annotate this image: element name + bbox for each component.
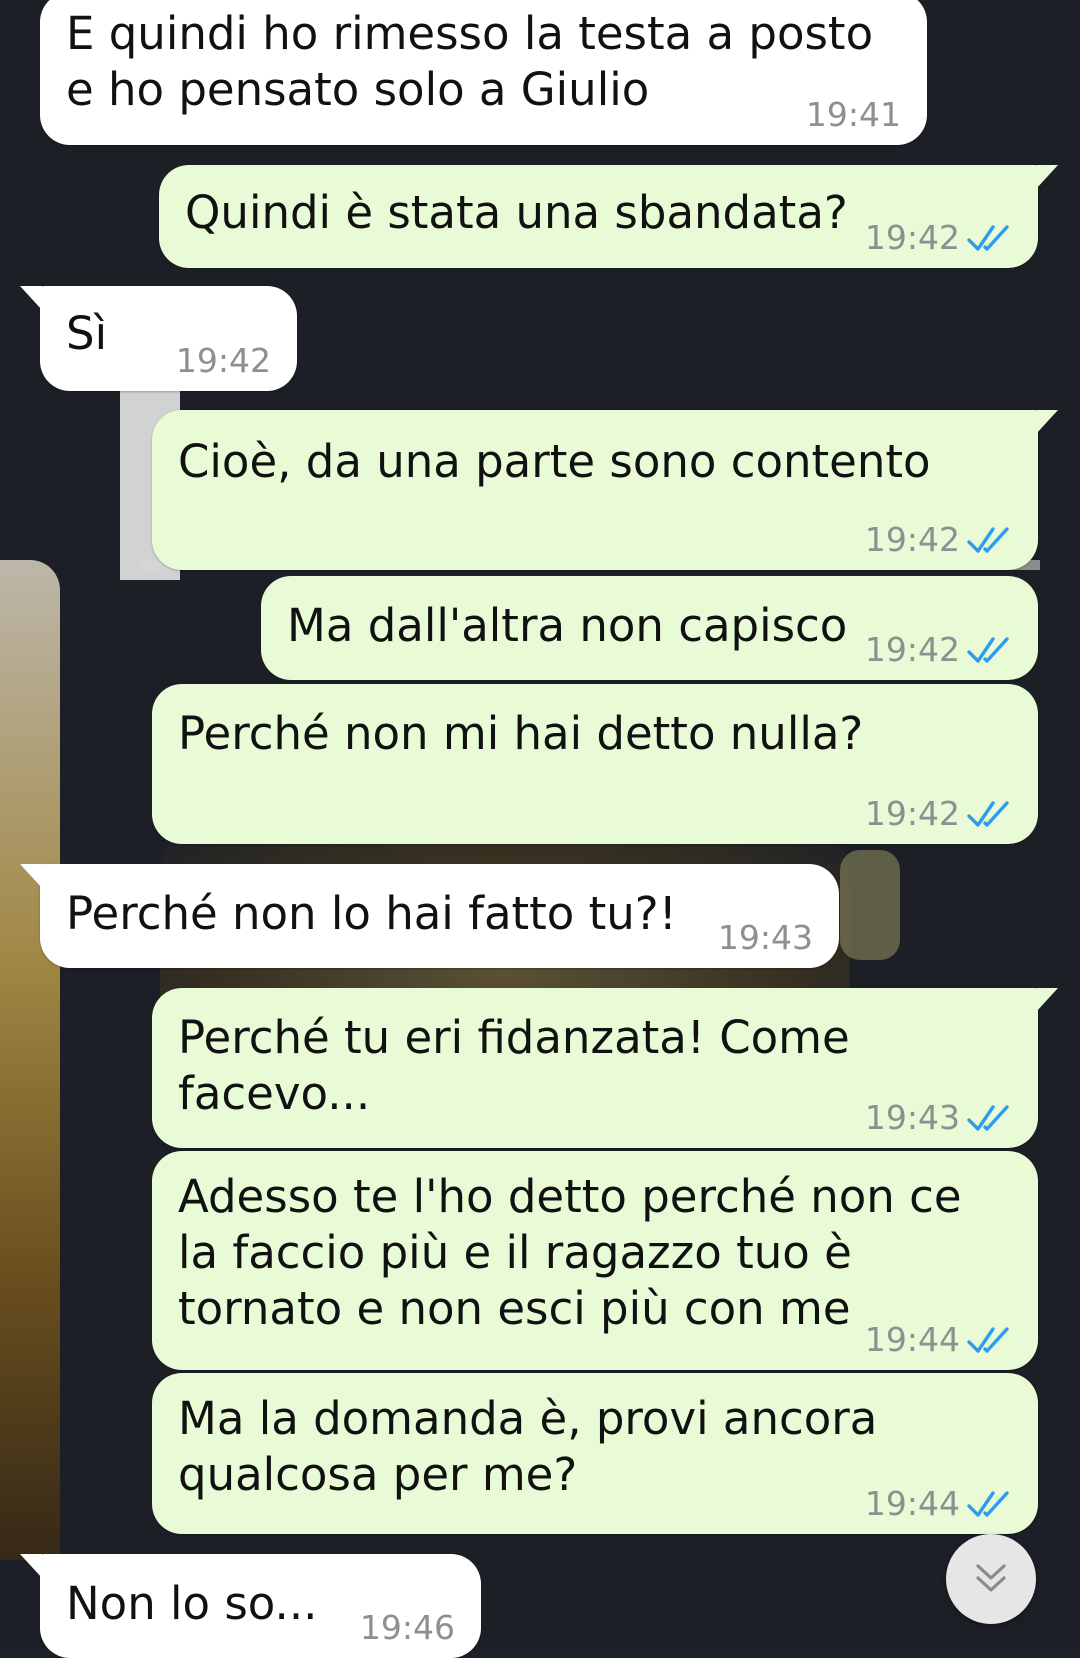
message-meta: 19:42 <box>176 341 271 381</box>
message-time: 19:46 <box>359 1608 455 1647</box>
scroll-to-bottom-button[interactable] <box>946 1534 1036 1624</box>
message-outgoing[interactable]: Perché tu eri fidanzata! Come facevo... … <box>152 988 1058 1148</box>
message-meta: 19:44 <box>865 1484 1012 1524</box>
message-time: 19:42 <box>864 520 960 559</box>
message-incoming[interactable]: Non lo so... 19:46 <box>20 1554 481 1658</box>
message-meta: 19:41 <box>806 95 901 135</box>
double-check-icon <box>967 225 1009 251</box>
message-time: 19:44 <box>864 1320 960 1359</box>
message-time: 19:44 <box>864 1484 960 1523</box>
message-time: 19:41 <box>805 95 901 134</box>
message-outgoing[interactable]: Ma dall'altra non capisco 19:42 <box>261 576 1038 680</box>
double-check-icon <box>967 1491 1009 1517</box>
message-incoming[interactable]: Sì 19:42 <box>20 286 297 391</box>
double-check-icon <box>967 1327 1009 1353</box>
message-time: 19:43 <box>717 918 813 957</box>
message-meta: 19:44 <box>865 1320 1012 1360</box>
chat-thread: E quindi ho rimesso la testa a posto e h… <box>0 0 1080 1658</box>
double-check-icon <box>967 801 1009 827</box>
double-check-icon <box>967 1105 1009 1131</box>
message-time: 19:42 <box>175 341 271 380</box>
message-outgoing[interactable]: Ma la domanda è, provi ancora qualcosa p… <box>152 1373 1038 1534</box>
message-incoming[interactable]: E quindi ho rimesso la testa a posto e h… <box>40 0 927 145</box>
double-check-icon <box>967 637 1009 663</box>
message-meta: 19:42 <box>865 630 1012 670</box>
message-text: Cioè, da una parte sono contento <box>178 435 931 488</box>
message-time: 19:42 <box>864 218 960 257</box>
message-text: E quindi ho rimesso la testa a posto e h… <box>66 7 888 116</box>
message-text: Adesso te l'ho detto perché non ce la fa… <box>178 1170 976 1335</box>
message-meta: 19:42 <box>865 794 1012 834</box>
message-time: 19:43 <box>864 1098 960 1137</box>
message-meta: 19:43 <box>718 918 813 958</box>
message-outgoing[interactable]: Quindi è stata una sbandata? 19:42 <box>159 165 1058 268</box>
message-incoming[interactable]: Perché non lo hai fatto tu?! 19:43 <box>20 864 839 968</box>
message-meta: 19:43 <box>865 1098 1012 1138</box>
message-text: Perché non lo hai fatto tu?! <box>66 887 677 940</box>
message-time: 19:42 <box>864 630 960 669</box>
message-meta: 19:42 <box>865 218 1012 258</box>
message-outgoing[interactable]: Cioè, da una parte sono contento 19:42 <box>152 410 1058 570</box>
double-chevron-down-icon <box>976 1564 1006 1592</box>
double-check-icon <box>967 527 1009 553</box>
message-meta: 19:42 <box>865 520 1012 560</box>
message-time: 19:42 <box>864 794 960 833</box>
message-outgoing[interactable]: Perché non mi hai detto nulla? 19:42 <box>152 684 1038 844</box>
message-outgoing[interactable]: Adesso te l'ho detto perché non ce la fa… <box>152 1151 1038 1370</box>
message-meta: 19:46 <box>360 1608 455 1648</box>
message-text: Perché non mi hai detto nulla? <box>178 707 864 760</box>
